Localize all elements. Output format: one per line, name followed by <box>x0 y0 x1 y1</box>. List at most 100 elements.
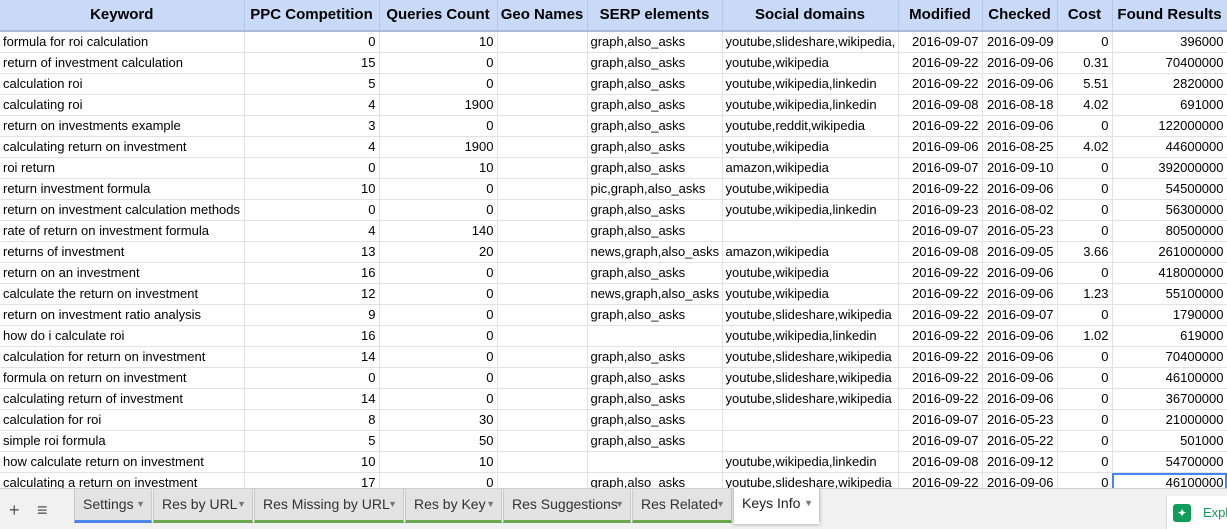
table-cell[interactable]: 2820000 <box>1112 73 1227 95</box>
table-cell[interactable]: 70400000 <box>1112 52 1227 74</box>
table-cell[interactable]: 2016-09-06 <box>898 136 983 158</box>
table-cell[interactable] <box>497 262 588 284</box>
table-cell[interactable]: 0 <box>1057 409 1113 431</box>
table-cell[interactable]: 2016-09-10 <box>982 157 1058 179</box>
table-cell[interactable]: 2016-09-22 <box>898 115 983 137</box>
table-cell[interactable]: amazon,wikipedia <box>722 241 899 263</box>
table-cell[interactable]: how calculate return on investment <box>0 451 245 473</box>
table-cell[interactable]: 10 <box>244 451 380 473</box>
table-cell[interactable]: youtube,slideshare,wikipedia <box>722 346 899 368</box>
table-cell[interactable] <box>497 136 588 158</box>
table-cell[interactable]: youtube,wikipedia <box>722 262 899 284</box>
caret-down-icon[interactable]: ▼ <box>615 489 624 520</box>
table-cell[interactable]: 2016-08-02 <box>982 199 1058 221</box>
table-cell[interactable]: 5 <box>244 430 380 452</box>
table-cell[interactable]: 2016-09-22 <box>898 52 983 74</box>
table-cell[interactable]: 3.66 <box>1057 241 1113 263</box>
table-cell[interactable]: 46100000 <box>1112 472 1227 488</box>
table-cell[interactable]: 16 <box>244 262 380 284</box>
table-cell[interactable]: 2016-05-23 <box>982 220 1058 242</box>
table-cell[interactable]: 0 <box>244 31 380 53</box>
table-cell[interactable]: 1.02 <box>1057 325 1113 347</box>
table-cell[interactable]: 2016-09-22 <box>898 304 983 326</box>
table-cell[interactable]: 0 <box>1057 430 1113 452</box>
table-cell[interactable] <box>497 283 588 305</box>
table-cell[interactable]: youtube,wikipedia,linkedin <box>722 73 899 95</box>
table-cell[interactable]: 10 <box>244 178 380 200</box>
table-cell[interactable] <box>497 325 588 347</box>
table-cell[interactable]: 54700000 <box>1112 451 1227 473</box>
table-cell[interactable] <box>497 199 588 221</box>
table-cell[interactable]: youtube,wikipedia,linkedin <box>722 199 899 221</box>
table-cell[interactable]: 2016-09-23 <box>898 199 983 221</box>
table-cell[interactable]: graph,also_asks <box>587 388 723 410</box>
table-cell[interactable]: 0 <box>1057 304 1113 326</box>
table-cell[interactable]: 0 <box>379 304 498 326</box>
table-cell[interactable] <box>497 52 588 74</box>
table-cell[interactable]: 2016-08-18 <box>982 94 1058 116</box>
table-cell[interactable]: 2016-09-22 <box>898 367 983 389</box>
table-cell[interactable]: 2016-09-05 <box>982 241 1058 263</box>
table-cell[interactable] <box>497 409 588 431</box>
table-cell[interactable] <box>497 178 588 200</box>
table-cell[interactable]: formula for roi calculation <box>0 31 245 53</box>
table-cell[interactable]: youtube,slideshare,wikipedia, <box>722 31 899 53</box>
table-cell[interactable]: graph,also_asks <box>587 262 723 284</box>
table-cell[interactable]: 14 <box>244 346 380 368</box>
table-cell[interactable]: 1900 <box>379 94 498 116</box>
table-cell[interactable]: 0 <box>1057 451 1113 473</box>
table-cell[interactable] <box>497 220 588 242</box>
table-cell[interactable] <box>497 73 588 95</box>
table-cell[interactable]: youtube,slideshare,wikipedia <box>722 472 899 488</box>
table-cell[interactable] <box>587 325 723 347</box>
tab-res-by-key[interactable]: Res by Key ▼ <box>405 489 502 523</box>
table-cell[interactable]: 140 <box>379 220 498 242</box>
table-cell[interactable]: 2016-09-22 <box>898 346 983 368</box>
table-cell[interactable]: 0 <box>1057 178 1113 200</box>
tab-res-by-url[interactable]: Res by URL ▼ <box>153 489 253 523</box>
table-cell[interactable]: 1900 <box>379 136 498 158</box>
table-cell[interactable]: graph,also_asks <box>587 94 723 116</box>
table-cell[interactable]: 14 <box>244 388 380 410</box>
table-cell[interactable]: formula on return on investment <box>0 367 245 389</box>
table-cell[interactable]: news,graph,also_asks <box>587 241 723 263</box>
table-cell[interactable]: 2016-09-22 <box>898 262 983 284</box>
table-cell[interactable]: 2016-09-22 <box>898 388 983 410</box>
table-cell[interactable]: 50 <box>379 430 498 452</box>
table-cell[interactable]: calculation for roi <box>0 409 245 431</box>
table-cell[interactable]: 17 <box>244 472 380 488</box>
table-cell[interactable]: 5.51 <box>1057 73 1113 95</box>
table-cell[interactable]: 5 <box>244 73 380 95</box>
table-cell[interactable]: returns of investment <box>0 241 245 263</box>
table-cell[interactable]: graph,also_asks <box>587 367 723 389</box>
table-cell[interactable]: 30 <box>379 409 498 431</box>
table-cell[interactable]: youtube,wikipedia <box>722 178 899 200</box>
table-cell[interactable] <box>497 472 588 488</box>
table-cell[interactable]: 10 <box>379 31 498 53</box>
table-cell[interactable]: 0 <box>379 388 498 410</box>
table-cell[interactable]: graph,also_asks <box>587 136 723 158</box>
table-cell[interactable]: 0 <box>1057 388 1113 410</box>
table-cell[interactable]: 13 <box>244 241 380 263</box>
table-cell[interactable]: 691000 <box>1112 94 1227 116</box>
table-cell[interactable]: 46100000 <box>1112 367 1227 389</box>
table-cell[interactable]: 2016-09-06 <box>982 178 1058 200</box>
table-cell[interactable]: 2016-09-06 <box>982 472 1058 488</box>
table-cell[interactable]: calculate the return on investment <box>0 283 245 305</box>
table-cell[interactable]: 2016-05-22 <box>982 430 1058 452</box>
table-cell[interactable] <box>497 346 588 368</box>
caret-down-icon[interactable]: ▼ <box>486 489 495 520</box>
table-cell[interactable]: 0 <box>1057 220 1113 242</box>
plus-icon[interactable]: + <box>9 501 20 519</box>
table-cell[interactable]: 2016-09-06 <box>982 115 1058 137</box>
table-cell[interactable]: 16 <box>244 325 380 347</box>
table-cell[interactable]: 396000 <box>1112 31 1227 53</box>
table-cell[interactable]: 20 <box>379 241 498 263</box>
table-cell[interactable]: 2016-09-06 <box>982 262 1058 284</box>
table-cell[interactable]: youtube,wikipedia <box>722 283 899 305</box>
table-cell[interactable]: 9 <box>244 304 380 326</box>
table-cell[interactable]: 0 <box>1057 367 1113 389</box>
table-cell[interactable] <box>497 430 588 452</box>
table-cell[interactable]: graph,also_asks <box>587 304 723 326</box>
column-header[interactable]: SERP elements <box>587 0 723 32</box>
